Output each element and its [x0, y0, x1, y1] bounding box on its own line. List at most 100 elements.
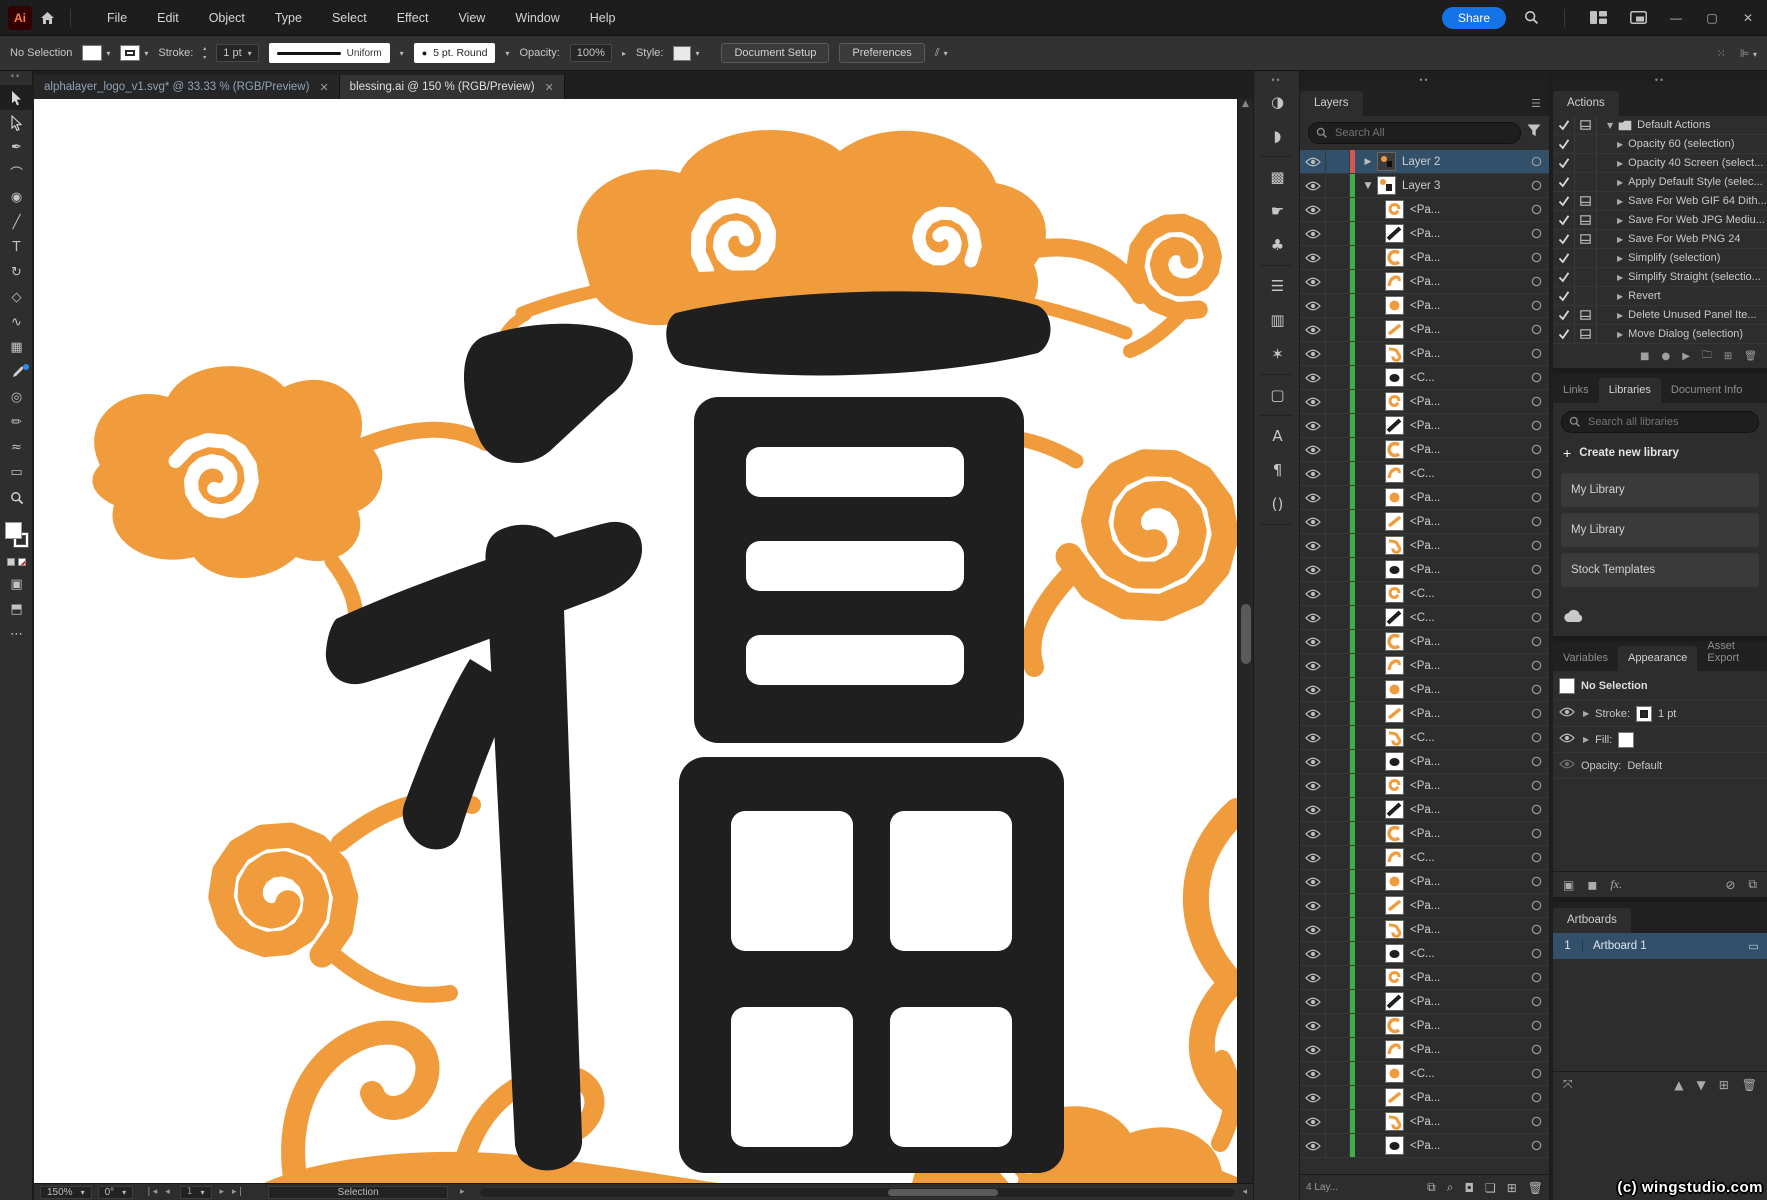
lock-cell[interactable] — [1326, 606, 1350, 629]
visibility-eye-icon[interactable] — [1300, 318, 1326, 341]
scale-tool-icon[interactable]: ◇ — [0, 285, 33, 310]
menu-select[interactable]: Select — [332, 11, 367, 25]
artboard-tool-icon[interactable]: ▭ — [0, 460, 33, 485]
lock-cell[interactable] — [1326, 270, 1350, 293]
visibility-eye-icon[interactable] — [1300, 846, 1326, 869]
visibility-eye-icon[interactable] — [1300, 150, 1326, 173]
layer-thumbnail[interactable] — [1385, 320, 1404, 339]
share-button[interactable]: Share — [1442, 7, 1506, 29]
layer-thumbnail[interactable] — [1385, 560, 1404, 579]
object-row[interactable]: <Pa... — [1300, 894, 1549, 918]
visibility-eye-icon[interactable] — [1300, 414, 1326, 437]
action-check-icon[interactable] — [1553, 173, 1575, 191]
status-options-icon[interactable]: ▸ — [460, 1187, 465, 1197]
layer-thumbnail[interactable] — [1385, 824, 1404, 843]
panel-grip[interactable]: •• — [1553, 71, 1767, 85]
target-circle-icon[interactable] — [1523, 228, 1549, 239]
panel-grip[interactable]: •• — [1300, 71, 1549, 85]
lock-cell[interactable] — [1326, 846, 1350, 869]
tab-appearance[interactable]: Appearance — [1618, 646, 1697, 671]
object-row[interactable]: <Pa... — [1300, 798, 1549, 822]
target-circle-icon[interactable] — [1523, 204, 1549, 215]
visibility-eye-icon[interactable] — [1559, 759, 1575, 772]
layer-name[interactable]: <Pa... — [1410, 660, 1523, 672]
visibility-eye-icon[interactable] — [1300, 510, 1326, 533]
menu-effect[interactable]: Effect — [397, 11, 429, 25]
target-circle-icon[interactable] — [1523, 1068, 1549, 1079]
dialog-toggle-icon[interactable] — [1575, 135, 1597, 153]
lock-cell[interactable] — [1326, 1062, 1350, 1085]
lock-cell[interactable] — [1326, 702, 1350, 725]
layer-thumbnail[interactable] — [1385, 488, 1404, 507]
visibility-eye-icon[interactable] — [1300, 534, 1326, 557]
target-circle-icon[interactable] — [1523, 396, 1549, 407]
rotate-tool-icon[interactable]: ↻ — [0, 260, 33, 285]
opacity-chevron[interactable]: ▸ — [622, 49, 626, 58]
visibility-eye-icon[interactable] — [1300, 198, 1326, 221]
expand-icon[interactable]: ▶ — [1359, 157, 1377, 167]
object-row[interactable]: <Pa... — [1300, 774, 1549, 798]
visibility-eye-icon[interactable] — [1300, 990, 1326, 1013]
target-circle-icon[interactable] — [1523, 660, 1549, 671]
filter-icon[interactable] — [1527, 124, 1541, 142]
lock-cell[interactable] — [1326, 342, 1350, 365]
artboard-name[interactable]: Artboard 1 — [1583, 940, 1748, 952]
visibility-eye-icon[interactable] — [1300, 630, 1326, 653]
layer-thumbnail[interactable] — [1385, 512, 1404, 531]
stroke-weight-stepper[interactable]: ▴▾ — [203, 46, 206, 60]
target-circle-icon[interactable] — [1523, 180, 1549, 191]
visibility-eye-icon[interactable] — [1300, 726, 1326, 749]
character-panel-icon[interactable]: A — [1254, 419, 1301, 453]
lock-cell[interactable] — [1326, 942, 1350, 965]
preferences-button[interactable]: Preferences — [839, 43, 924, 63]
layer-name[interactable]: <Pa... — [1410, 708, 1523, 720]
target-circle-icon[interactable] — [1523, 276, 1549, 287]
close-tab-icon[interactable]: ✕ — [319, 81, 328, 94]
action-check-icon[interactable] — [1553, 192, 1575, 210]
visibility-eye-icon[interactable] — [1300, 1062, 1326, 1085]
target-circle-icon[interactable] — [1523, 492, 1549, 503]
target-circle-icon[interactable] — [1523, 780, 1549, 791]
visibility-eye-icon[interactable] — [1300, 246, 1326, 269]
stop-playing-icon[interactable]: ■ — [1640, 351, 1649, 362]
layer-row[interactable]: ▶Layer 2 — [1300, 150, 1549, 174]
target-circle-icon[interactable] — [1523, 372, 1549, 383]
paragraph-panel-icon[interactable]: ¶ — [1254, 453, 1301, 487]
lock-cell[interactable] — [1326, 798, 1350, 821]
layer-name[interactable]: <C... — [1410, 588, 1523, 600]
rearrange-artboards-icon[interactable]: ⤧ — [1563, 1077, 1573, 1092]
next-artboard-icon[interactable]: ▸ — [220, 1187, 225, 1197]
artboards-panel-icon[interactable]: ▥ — [1254, 303, 1301, 337]
target-circle-icon[interactable] — [1523, 324, 1549, 335]
action-check-icon[interactable] — [1553, 249, 1575, 267]
add-new-effect-icon[interactable]: fx. — [1610, 877, 1622, 892]
curvature-tool-icon[interactable]: ⌒ — [0, 160, 33, 185]
new-layer-icon[interactable]: ⊞ — [1507, 1181, 1517, 1195]
fill-swatch[interactable] — [1618, 732, 1634, 748]
layer-name[interactable]: <Pa... — [1410, 756, 1523, 768]
layer-name[interactable]: <Pa... — [1410, 780, 1523, 792]
object-row[interactable]: <Pa... — [1300, 438, 1549, 462]
action-row[interactable]: ▶Revert — [1553, 287, 1767, 306]
action-check-icon[interactable] — [1553, 154, 1575, 172]
drawing-modes-icon[interactable]: ▣ — [0, 572, 33, 597]
layer-name[interactable]: <Pa... — [1410, 516, 1523, 528]
layer-thumbnail[interactable] — [1385, 1016, 1404, 1035]
horizontal-scrollbar[interactable] — [479, 1187, 1237, 1198]
first-artboard-icon[interactable]: ❘◂ — [145, 1187, 157, 1197]
lock-cell[interactable] — [1326, 294, 1350, 317]
delete-action-icon[interactable]: 🗑 — [1744, 351, 1757, 362]
target-circle-icon[interactable] — [1523, 1140, 1549, 1151]
object-row[interactable]: <Pa... — [1300, 270, 1549, 294]
lock-cell[interactable] — [1326, 894, 1350, 917]
fill-stroke-indicator[interactable] — [5, 522, 29, 550]
layer-thumbnail[interactable] — [1385, 800, 1404, 819]
action-check-icon[interactable] — [1553, 306, 1575, 324]
lock-cell[interactable] — [1326, 534, 1350, 557]
layer-row[interactable]: ▼Layer 3 — [1300, 174, 1549, 198]
layer-name[interactable]: <Pa... — [1410, 900, 1523, 912]
new-action-icon[interactable]: ⊞ — [1724, 351, 1732, 362]
dialog-toggle-icon[interactable] — [1575, 287, 1597, 305]
visibility-eye-icon[interactable] — [1300, 1134, 1326, 1157]
layer-name[interactable]: <Pa... — [1410, 828, 1523, 840]
